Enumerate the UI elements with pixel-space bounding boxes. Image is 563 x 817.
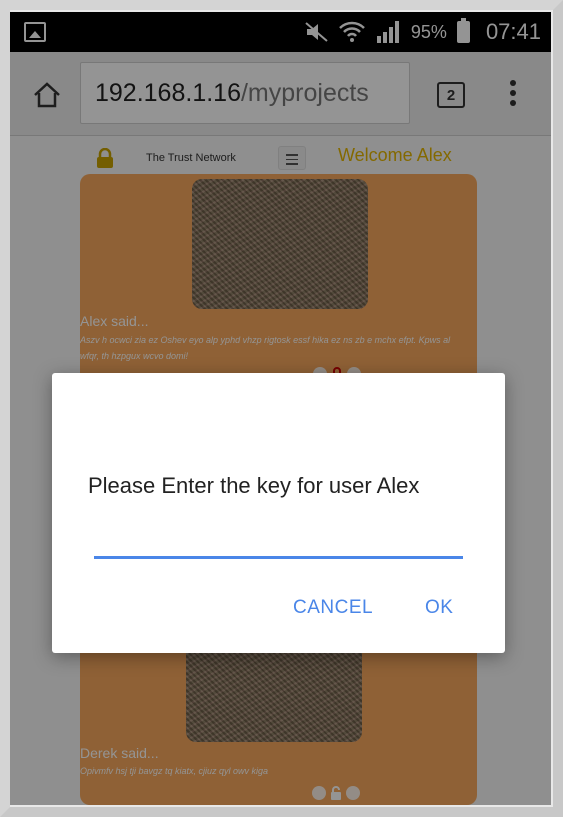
ok-button[interactable]: OK bbox=[425, 597, 453, 619]
key-prompt-dialog: Please Enter the key for user Alex CANCE… bbox=[52, 373, 505, 653]
device-screen: 95% 07:41 192.168.1.16/myprojects 2 The … bbox=[10, 12, 551, 805]
cancel-button[interactable]: CANCEL bbox=[293, 597, 373, 619]
dialog-message: Please Enter the key for user Alex bbox=[88, 473, 420, 498]
key-input[interactable] bbox=[94, 533, 463, 559]
